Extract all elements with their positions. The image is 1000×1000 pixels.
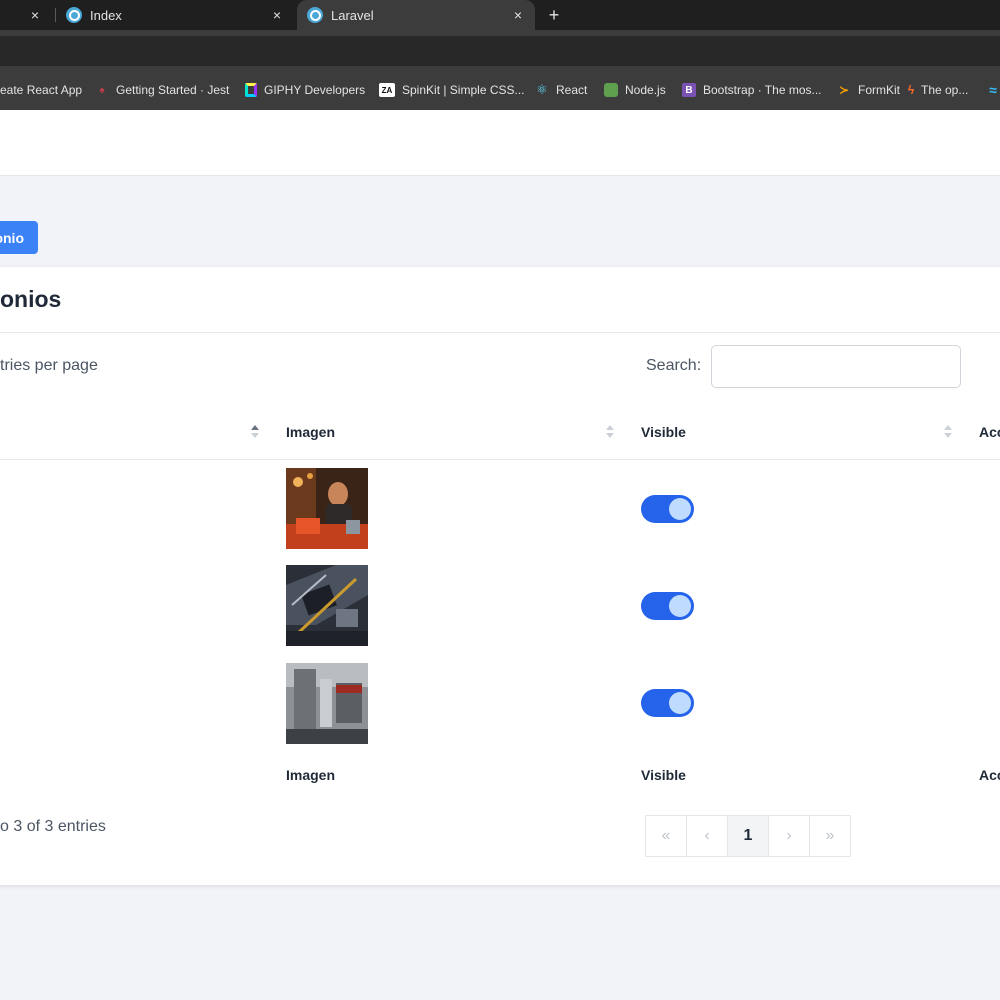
formkit-icon: ≻ [838, 83, 850, 97]
bookmark-label: Node.js [625, 83, 666, 97]
column-header-acciones[interactable]: Acc [979, 424, 1000, 440]
entries-info: o 3 of 3 entries [0, 818, 106, 835]
sort-icon[interactable] [606, 424, 614, 440]
bookmark-spinkit[interactable]: ZA SpinKit | Simple CSS... [379, 80, 525, 100]
bookmark-label: eate React App [0, 83, 83, 97]
column-footer-acciones: Acc [979, 767, 1000, 783]
tab-laravel[interactable]: Laravel [307, 0, 374, 30]
last-page-button[interactable]: » [809, 815, 851, 857]
jest-icon: ♠ [99, 84, 105, 96]
bookmark-giphy[interactable]: GIPHY Developers [245, 80, 365, 100]
column-header-visible[interactable]: Visible [641, 424, 686, 440]
bookmark-create-react-app[interactable]: eate React App [0, 80, 82, 100]
tab-close-button[interactable]: × [508, 0, 528, 30]
laravel-favicon-icon [66, 7, 82, 23]
card-title: onios [0, 286, 62, 312]
visible-toggle[interactable] [641, 689, 694, 717]
page-1-button[interactable]: 1 [727, 815, 769, 857]
person-at-desk-photo [286, 468, 368, 549]
machine-part-photo [286, 663, 368, 744]
spinkit-icon: ZA [379, 83, 395, 97]
laravel-favicon-icon [307, 7, 323, 23]
search-label: Search: [646, 357, 702, 374]
tab-index[interactable]: Index [66, 0, 122, 30]
first-page-button[interactable]: « [645, 815, 687, 857]
bookmark-bootstrap[interactable]: B Bootstrap · The mos... [682, 80, 822, 100]
circuit-board-photo [286, 565, 368, 646]
app-header [0, 110, 1000, 176]
tab-separator [55, 8, 56, 22]
bookmark-label: The op... [921, 83, 969, 97]
entries-per-page-label: tries per page [0, 357, 98, 374]
bookmark-formkit[interactable]: ≻ FormKit [837, 80, 900, 100]
prev-page-button[interactable]: ‹ [686, 815, 728, 857]
bookmark-react[interactable]: ⚛ React [535, 80, 587, 100]
tab-close-button[interactable]: × [25, 0, 45, 30]
visible-toggle[interactable] [641, 592, 694, 620]
bookmark-jest[interactable]: ♠ Getting Started · Jest [95, 80, 229, 100]
tailwind-icon: ≈ [989, 82, 997, 98]
bookmark-nodejs[interactable]: Node.js [604, 80, 666, 100]
column-header-imagen[interactable]: Imagen [286, 424, 335, 440]
bookmark-label: React [556, 83, 588, 97]
address-bar[interactable] [0, 36, 1000, 66]
table-header-divider [0, 459, 1000, 460]
react-icon: ⚛ [536, 82, 548, 97]
column-footer-imagen: Imagen [286, 767, 336, 783]
nodejs-icon [604, 83, 618, 97]
browser-tab-strip: × Index × Laravel × + [0, 0, 1000, 30]
giphy-icon [245, 83, 257, 97]
sort-icon[interactable] [944, 424, 952, 440]
bolt-icon: ϟ [907, 83, 915, 97]
tab-label: Laravel [331, 7, 374, 23]
next-page-button[interactable]: › [768, 815, 810, 857]
visible-toggle[interactable] [641, 495, 694, 523]
card-divider [0, 332, 1000, 333]
bookmark-label: SpinKit | Simple CSS... [402, 83, 525, 97]
bookmark-label: FormKit [858, 83, 900, 97]
create-button[interactable]: onio [0, 221, 38, 254]
column-footer-visible: Visible [641, 767, 686, 783]
bootstrap-icon: B [682, 83, 696, 97]
bookmark-label: GIPHY Developers [264, 83, 366, 97]
bookmark-label: Getting Started · Jest [116, 83, 230, 97]
bookmark-overflow[interactable]: ≈ [986, 80, 1000, 100]
new-tab-button[interactable]: + [544, 0, 564, 30]
search-input[interactable] [711, 345, 961, 388]
bookmark-label: Bootstrap · The mos... [703, 83, 822, 97]
bookmark-the-op[interactable]: ϟ The op... [906, 80, 969, 100]
tab-label: Index [90, 7, 122, 23]
sort-icon[interactable] [251, 424, 259, 440]
tab-close-button[interactable]: × [267, 0, 287, 30]
pagination: « ‹ 1 › » [645, 815, 851, 857]
